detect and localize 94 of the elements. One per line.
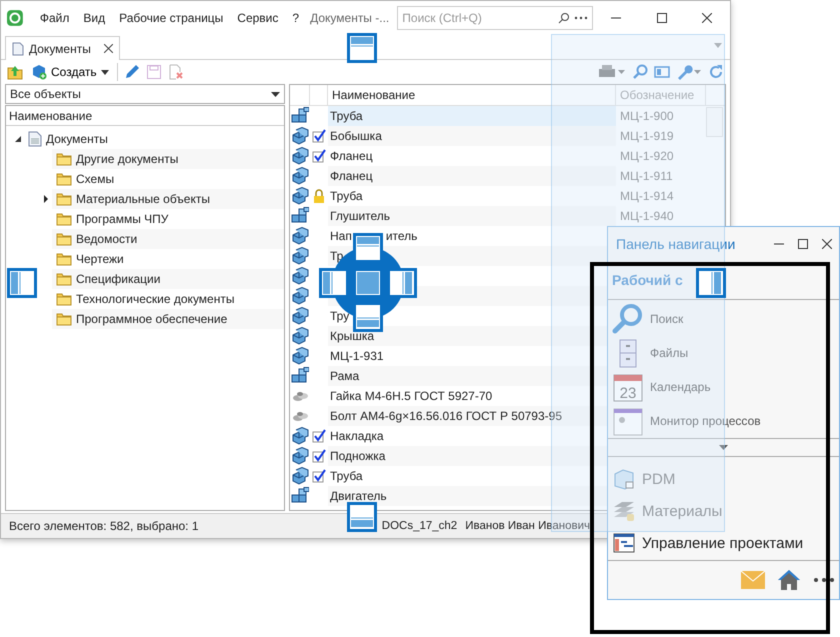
table-cell: МЦ-1-940 <box>620 209 674 223</box>
create-button[interactable]: Создать <box>29 62 111 82</box>
filter-dropdown[interactable]: Все объекты <box>5 84 285 104</box>
gantt-icon <box>612 531 636 555</box>
folder-icon <box>56 252 72 266</box>
tab[interactable]: Документы <box>5 36 120 60</box>
assembly-icon <box>291 107 309 125</box>
dock-top-icon[interactable] <box>353 233 383 263</box>
dock-bottom-icon[interactable] <box>347 502 377 532</box>
assembly-icon <box>291 367 309 385</box>
dock-bottom-icon[interactable] <box>353 302 383 332</box>
caret-icon <box>271 92 280 96</box>
maximize-icon[interactable] <box>798 239 808 249</box>
part-icon <box>291 347 309 365</box>
part-icon <box>291 227 309 245</box>
tree-item[interactable]: Технологические документы <box>76 292 234 306</box>
table-cell[interactable]: Труба <box>328 106 616 126</box>
folder-icon <box>56 232 72 246</box>
search-icon[interactable] <box>558 12 570 24</box>
table-cell: МЦ-1-911 <box>620 169 673 183</box>
menu-item[interactable]: Рабочие страницы <box>112 11 230 25</box>
tree-item[interactable]: Ведомости <box>76 232 138 246</box>
tree-item[interactable]: Чертежи <box>76 252 124 266</box>
part-icon <box>291 427 309 445</box>
magnifier-icon <box>612 303 644 335</box>
app-logo <box>7 10 23 26</box>
caret-icon <box>100 70 109 74</box>
cube-plus-icon <box>31 64 47 80</box>
caret-icon[interactable] <box>719 445 728 450</box>
close-icon[interactable] <box>822 239 832 249</box>
part-icon <box>291 127 309 145</box>
layers-icon <box>612 499 636 523</box>
close-icon[interactable] <box>702 13 712 23</box>
table-cell: МЦ-1-920 <box>620 149 674 163</box>
tree-item[interactable]: Схемы <box>76 172 114 186</box>
database-name: DOCs_17_ch2 <box>382 520 458 532</box>
column-header[interactable]: Наименование <box>332 88 416 102</box>
cell-text: Нап <box>330 229 352 243</box>
part-icon <box>291 467 309 485</box>
folder-up-icon[interactable] <box>7 64 23 80</box>
tree-item[interactable]: Программы ЧПУ <box>76 212 168 226</box>
part-icon <box>291 327 309 345</box>
folder-icon <box>56 292 72 306</box>
table-cell[interactable]: Фланец <box>328 166 616 186</box>
part-icon <box>291 147 309 165</box>
document-icon <box>28 131 42 147</box>
dock-top-icon[interactable] <box>347 33 377 63</box>
folder-icon <box>56 192 72 206</box>
cell-text: итель <box>386 229 418 243</box>
column-header[interactable]: Наименование <box>9 108 92 122</box>
table-cell: МЦ-1-919 <box>620 129 674 143</box>
menu-item[interactable]: Файл <box>32 11 76 25</box>
table-cell[interactable]: Глушитель <box>328 206 616 226</box>
assembly-icon <box>291 487 309 505</box>
table-cell: МЦ-1-900 <box>620 109 674 123</box>
dock-left-icon[interactable] <box>319 268 349 298</box>
part-icon <box>291 447 309 465</box>
table-cell: МЦ-1-914 <box>620 189 674 203</box>
part-icon <box>291 187 309 205</box>
tree-item[interactable]: Документы <box>46 132 108 146</box>
pencil-icon[interactable] <box>124 64 140 80</box>
user-name: Иванов Иван Иванович <box>465 520 590 532</box>
cube-icon <box>612 467 636 491</box>
table-cell[interactable]: Бобышка <box>328 126 616 146</box>
window-title: Документы -... <box>310 11 390 25</box>
search-field[interactable]: Поиск (Ctrl+Q) <box>397 6 594 30</box>
folder-icon <box>56 212 72 226</box>
dock-right-icon[interactable] <box>387 268 417 298</box>
part-icon <box>291 267 309 285</box>
document-icon <box>12 42 24 56</box>
part-icon <box>291 167 309 185</box>
home-icon[interactable] <box>777 569 801 591</box>
menu-item[interactable]: ? <box>285 11 306 25</box>
table-cell[interactable]: Труба <box>328 186 616 206</box>
menu-item[interactable]: Вид <box>76 11 112 25</box>
section-title: Рабочий с <box>612 272 683 288</box>
part-icon <box>291 307 309 325</box>
part-icon <box>291 287 309 305</box>
folder-icon <box>56 152 72 166</box>
part-icon <box>291 247 309 265</box>
panel-title: Панель навигации <box>616 236 736 252</box>
close-icon[interactable] <box>104 44 113 53</box>
folder-icon <box>56 172 72 186</box>
folder-icon <box>56 272 72 286</box>
dock-center-icon[interactable] <box>353 268 383 298</box>
menu-item[interactable]: Сервис <box>230 11 286 25</box>
folder-icon <box>56 312 72 326</box>
dock-left-icon[interactable] <box>7 268 37 298</box>
more-icon[interactable] <box>813 577 835 583</box>
status-text: Всего элементов: 582, выбрано: 1 <box>9 519 199 533</box>
dock-right-icon[interactable] <box>696 268 726 298</box>
table-cell[interactable]: Фланец <box>328 146 616 166</box>
maximize-icon[interactable] <box>656 13 667 23</box>
assembly-icon <box>291 207 309 225</box>
